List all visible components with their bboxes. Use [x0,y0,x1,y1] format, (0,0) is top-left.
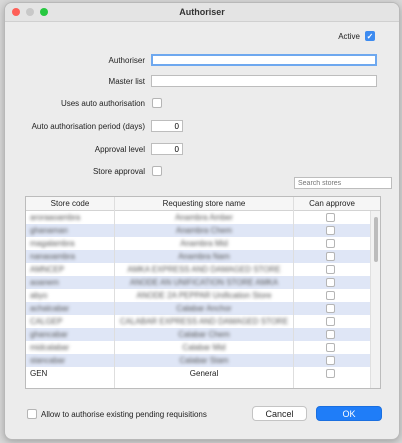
can-approve-checkbox[interactable] [326,304,335,313]
table-row[interactable]: abyo ANODE 2A PEPPAR Unification Store [26,289,370,302]
window-title: Authoriser [179,7,225,17]
can-approve-checkbox[interactable] [326,278,335,287]
ok-button[interactable]: OK [316,406,382,421]
master-list-input[interactable] [151,75,377,87]
column-divider [293,197,294,388]
auto-authorisation-period-input[interactable] [151,120,183,132]
store-code-cell: magalambra [30,239,75,248]
store-code-cell: CALGEP [30,317,63,326]
table-header: Store code Requesting store name Can app… [26,197,380,211]
store-code-cell: nanaoambra [30,252,75,261]
allow-pending-checkbox[interactable] [27,409,37,419]
authoriser-label: Authoriser [108,56,145,65]
can-approve-checkbox[interactable] [326,239,335,248]
store-code-cell: GEN [30,369,48,378]
can-approve-checkbox[interactable] [326,265,335,274]
can-approve-checkbox[interactable] [326,317,335,326]
table-row[interactable]: midcalabar Calabar Mid [26,341,370,354]
store-code-cell: aroraaoambra [30,213,81,222]
store-approval-checkbox[interactable] [152,166,162,176]
can-approve-checkbox[interactable] [326,213,335,222]
table-scrollbar[interactable] [370,211,380,388]
store-name-cell: ANODE AN UNIFICATION STORE AMKA [129,278,279,287]
master-list-label: Master list [108,77,145,86]
store-name-cell: AMKA EXPRESS AND DAMAGED STORE [127,265,281,274]
can-approve-checkbox[interactable] [326,343,335,352]
table-row[interactable]: nanaoambra Anambra Nam [26,250,370,263]
authoriser-dialog: Authoriser Active ✓ Authoriser Master li… [4,2,400,440]
store-name-cell: CALABAR EXPRESS AND DAMAGED STORE [119,317,289,326]
column-divider [114,197,115,388]
store-name-cell: General [189,369,219,378]
table-row[interactable]: CALGEP CALABAR EXPRESS AND DAMAGED STORE [26,315,370,328]
store-code-cell: ghancabar [30,330,68,339]
store-code-cell: ghanaman [30,226,68,235]
store-code-cell: midcalabar [30,343,70,352]
table-row[interactable]: ghancabar Calabar Chem [26,328,370,341]
store-name-cell: Calabar Chem [178,330,230,339]
table-row[interactable]: aroraaoambra Anambra Amber [26,211,370,224]
can-approve-checkbox[interactable] [326,291,335,300]
scrollbar-thumb[interactable] [374,217,378,262]
store-name-cell: Calabar Anchor [176,304,232,313]
active-checkbox[interactable]: ✓ [365,31,375,41]
store-code-cell: stancabar [30,356,66,365]
store-name-cell: Anambra Amber [175,213,233,222]
table-row[interactable]: stancabar Calabar Stam [26,354,370,367]
cancel-button[interactable]: Cancel [252,406,307,421]
uses-auto-authorisation-checkbox[interactable] [152,98,162,108]
stores-table: Store code Requesting store name Can app… [25,196,381,389]
store-code-cell: AMNCEP [30,265,65,274]
allow-pending-label: Allow to authorise existing pending requ… [41,410,207,419]
can-approve-checkbox[interactable] [326,330,335,339]
store-code-cell: achalcabar [30,304,70,313]
table-row[interactable]: AMNCEP AMKA EXPRESS AND DAMAGED STORE [26,263,370,276]
col-header-store-name[interactable]: Requesting store name [115,199,293,208]
store-name-cell: Calabar Stam [179,356,229,365]
table-row[interactable]: aoanem ANODE AN UNIFICATION STORE AMKA [26,276,370,289]
table-row[interactable]: achalcabar Calabar Anchor [26,302,370,315]
store-name-cell: Anambra Chem [175,226,233,235]
can-approve-checkbox[interactable] [326,226,335,235]
can-approve-checkbox[interactable] [326,356,335,365]
store-code-cell: abyo [30,291,48,300]
col-header-store-code[interactable]: Store code [26,199,114,208]
active-label: Active [338,32,360,41]
approval-level-input[interactable] [151,143,183,155]
store-approval-label: Store approval [92,167,145,176]
search-stores-input[interactable] [294,177,392,189]
can-approve-checkbox[interactable] [326,369,335,378]
table-row[interactable]: magalambra Anambra Mid [26,237,370,250]
store-name-cell: Anambra Nam [178,252,230,261]
approval-level-label: Approval level [94,145,145,154]
title-bar[interactable]: Authoriser [5,3,399,22]
table-row[interactable]: ghanaman Anambra Chem [26,224,370,237]
store-name-cell: Calabar Mid [182,343,226,352]
table-row[interactable]: GEN General [26,367,370,380]
store-name-cell: Anambra Mid [180,239,228,248]
authoriser-input[interactable] [151,54,377,66]
auto-authorisation-period-label: Auto authorisation period (days) [31,122,145,131]
can-approve-checkbox[interactable] [326,252,335,261]
store-code-cell: aoanem [30,278,59,287]
store-name-cell: ANODE 2A PEPPAR Unification Store [136,291,272,300]
col-header-can-approve[interactable]: Can approve [294,199,370,208]
uses-auto-authorisation-label: Uses auto authorisation [60,99,145,108]
